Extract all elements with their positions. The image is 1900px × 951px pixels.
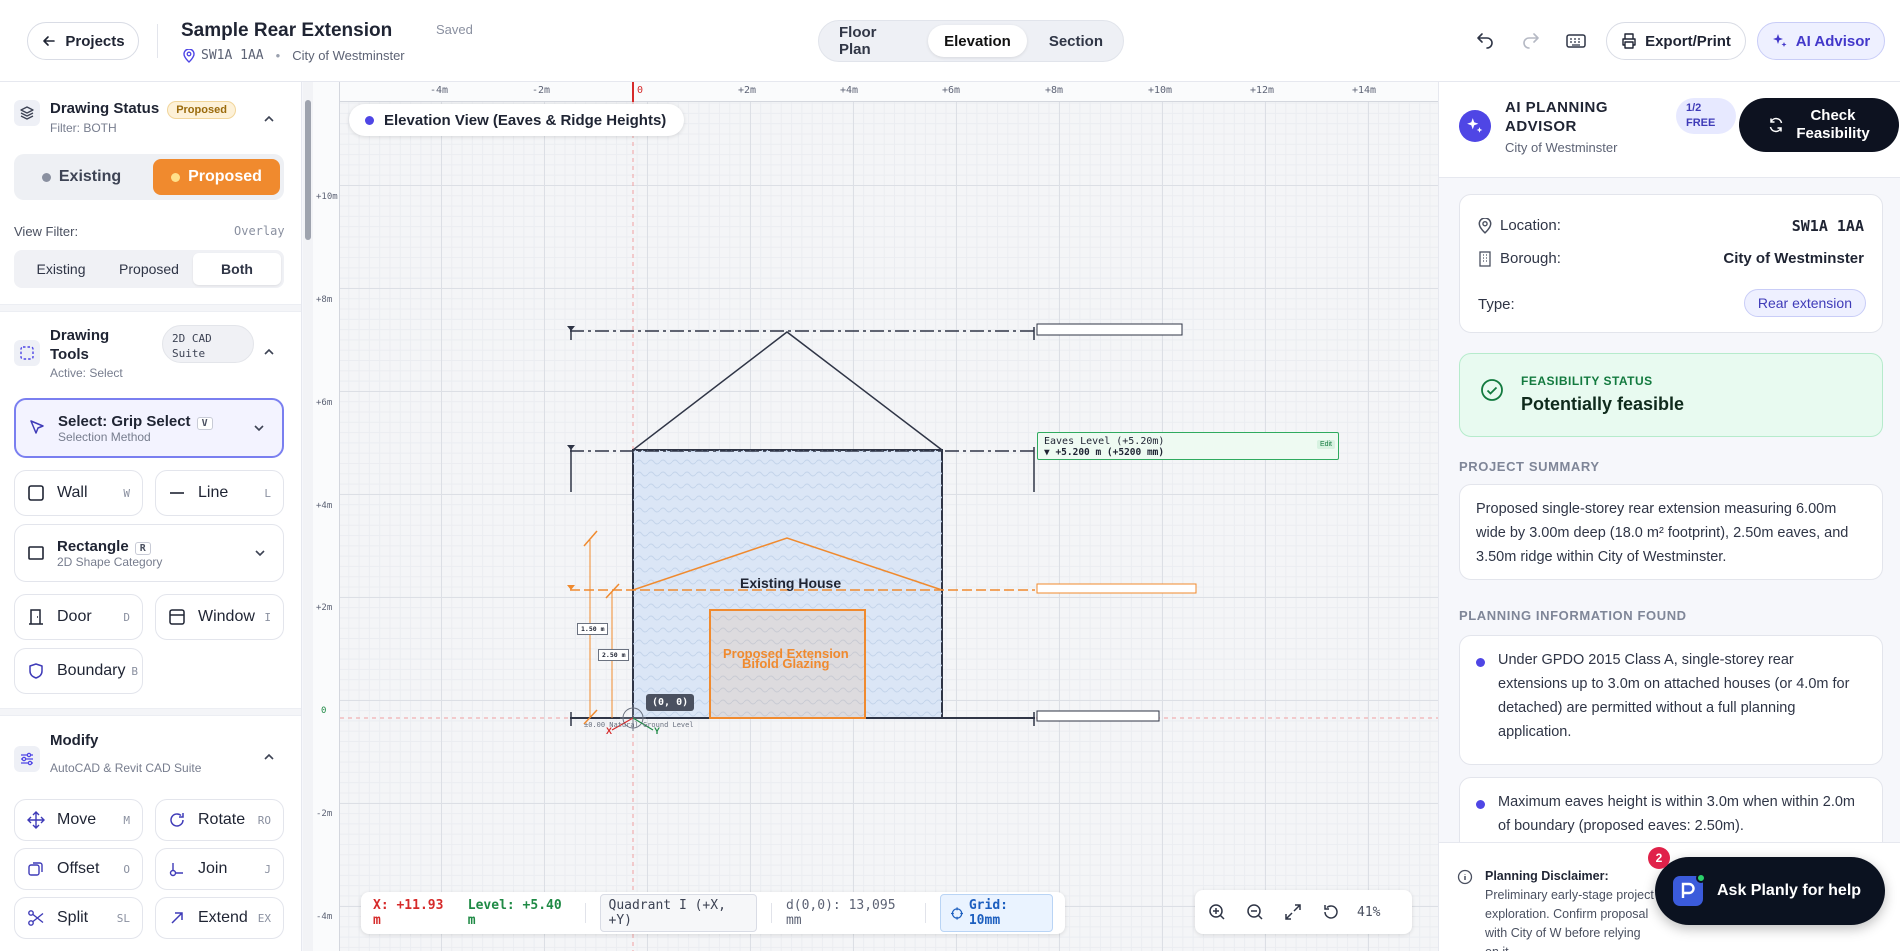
status-divider xyxy=(924,903,926,923)
info-icon xyxy=(1457,869,1473,885)
ask-planly-label: Ask Planly for help xyxy=(1717,882,1862,899)
ask-planly-help-button[interactable]: Ask Planly for help xyxy=(1655,857,1885,925)
advisor-header: AI PLANNING ADVISOR City of Westminster 1… xyxy=(1439,82,1900,178)
printer-icon xyxy=(1622,33,1636,49)
planning-info-item: Under GPDO 2015 Class A, single-storey r… xyxy=(1459,635,1883,765)
ai-advisor-button[interactable]: AI Advisor xyxy=(1757,22,1885,60)
project-summary-caption: PROJECT SUMMARY xyxy=(1459,459,1600,474)
undo-icon xyxy=(1477,33,1493,49)
status-divider xyxy=(584,903,586,923)
view-dot-icon xyxy=(365,115,374,125)
expand-icon xyxy=(1285,904,1301,920)
keyboard-icon xyxy=(1566,34,1586,48)
location-value: SW1A 1AA xyxy=(1791,217,1864,235)
eaves-value: ▼ +5.200 m (+5200 mm) xyxy=(1044,447,1165,458)
sparkle-icon xyxy=(1772,34,1787,47)
ground-level-label: ±0.00 Natural Ground Level xyxy=(584,721,694,729)
ridge-level-tag-text xyxy=(1040,326,1043,332)
refresh-icon xyxy=(1770,117,1783,133)
online-indicator xyxy=(1696,873,1706,883)
coordinate-status-bar: X: +11.93 m Level: +5.40 m Quadrant I (+… xyxy=(361,892,1065,934)
check-circle-icon xyxy=(1481,379,1503,401)
view-title-chip: Elevation View (Eaves & Ridge Heights) xyxy=(349,104,685,136)
check-feasibility-label: Check Feasibility xyxy=(1796,107,1870,142)
zoom-controls: 41% xyxy=(1195,890,1412,934)
reset-view-button[interactable] xyxy=(1319,900,1343,924)
type-pill: Rear extension xyxy=(1743,289,1866,317)
y-axis-label: Y xyxy=(654,726,661,736)
advisor-council: City of Westminster xyxy=(1505,140,1618,155)
reset-icon xyxy=(1324,905,1338,919)
project-info-card: Location: SW1A 1AA Borough: City of West… xyxy=(1459,194,1883,333)
eaves-level-tag[interactable]: Eaves Level (+5.20m) ▼ +5.200 m (+5200 m… xyxy=(1037,432,1339,460)
ai-advisor-label: AI Advisor xyxy=(1795,32,1871,50)
proposed-level-tag[interactable] xyxy=(1036,583,1197,594)
zoom-in-icon xyxy=(1209,904,1225,920)
zoom-out-button[interactable] xyxy=(1243,900,1267,924)
sparkle-icon xyxy=(1467,118,1483,133)
ridge-level-tag[interactable] xyxy=(1036,323,1183,336)
planning-info-text: Under GPDO 2015 Class A, single-storey r… xyxy=(1498,652,1850,740)
undo-button[interactable] xyxy=(1472,28,1498,54)
level-marker-icon xyxy=(567,445,575,450)
location-label: Location: xyxy=(1478,217,1561,234)
feasibility-status-card: FEASIBILITY STATUS Potentially feasible xyxy=(1459,353,1883,437)
eaves-label: Eaves Level (+5.20m) xyxy=(1044,436,1165,447)
ground-level-tag[interactable] xyxy=(1036,710,1160,722)
planly-logo-icon xyxy=(1673,873,1706,906)
fit-view-button[interactable] xyxy=(1281,900,1305,924)
free-uses-badge: 1/2 FREE xyxy=(1676,98,1736,134)
eaves-edit-button[interactable]: Edit xyxy=(1316,440,1335,449)
dimension-label-250: 2.50 m xyxy=(598,649,630,661)
project-summary-card: Proposed single-storey rear extension me… xyxy=(1459,484,1883,580)
advisor-title: AI PLANNING ADVISOR xyxy=(1505,99,1608,135)
bullet-dot-icon xyxy=(1476,800,1485,809)
planning-info-caption: PLANNING INFORMATION FOUND xyxy=(1459,608,1687,623)
building-icon xyxy=(1479,250,1491,267)
existing-roof[interactable] xyxy=(632,331,943,451)
existing-house-label: Existing House xyxy=(740,575,842,591)
status-divider xyxy=(771,903,772,923)
export-print-button[interactable]: Export/Print xyxy=(1606,22,1746,60)
cursor-x-readout: X: +11.93 m xyxy=(373,898,444,928)
zoom-out-icon xyxy=(1247,904,1263,920)
dimension-label-150: 1.50 m xyxy=(577,623,609,635)
notification-count-badge: 2 xyxy=(1648,847,1670,869)
bullet-dot-icon xyxy=(1476,658,1485,667)
planning-info-text: Maximum eaves height is within 3.0m when… xyxy=(1498,794,1856,834)
borough-value: City of Westminster xyxy=(1723,250,1864,267)
crosshair-icon xyxy=(950,906,963,920)
quadrant-readout: Quadrant I (+X, +Y) xyxy=(599,894,758,932)
map-pin-icon xyxy=(1478,217,1492,234)
borough-label: Borough: xyxy=(1478,250,1561,267)
keyboard-shortcuts-button[interactable] xyxy=(1563,28,1589,54)
grid-toggle-button[interactable]: Grid: 10mm xyxy=(939,894,1053,932)
type-label: Type: xyxy=(1478,296,1515,313)
cursor-level-readout: Level: +5.40 m xyxy=(467,898,562,928)
project-summary-text: Proposed single-storey rear extension me… xyxy=(1476,501,1849,565)
advisor-avatar xyxy=(1459,110,1491,142)
view-title: Elevation View (Eaves & Ridge Heights) xyxy=(384,111,667,129)
export-label: Export/Print xyxy=(1645,32,1731,50)
zoom-in-button[interactable] xyxy=(1205,900,1229,924)
bifold-glazing-label: Bifold Glazing xyxy=(742,656,830,671)
distance-readout: d(0,0): 13,095 mm xyxy=(785,898,896,928)
origin-tooltip: (0, 0) xyxy=(646,694,695,711)
feasibility-value: Potentially feasible xyxy=(1521,394,1685,414)
check-feasibility-button[interactable]: Check Feasibility xyxy=(1739,98,1899,152)
elevation-drawing[interactable] xyxy=(0,0,1438,951)
disclaimer-text: Planning Disclaimer: Preliminary early-s… xyxy=(1485,869,1654,951)
ai-advisor-panel: AI PLANNING ADVISOR City of Westminster 1… xyxy=(1438,82,1900,951)
redo-icon xyxy=(1523,33,1539,49)
x-axis-label: X xyxy=(606,726,613,736)
zoom-percentage: 41% xyxy=(1357,904,1381,920)
feasibility-label: FEASIBILITY STATUS xyxy=(1521,374,1653,388)
redo-button[interactable] xyxy=(1518,28,1544,54)
